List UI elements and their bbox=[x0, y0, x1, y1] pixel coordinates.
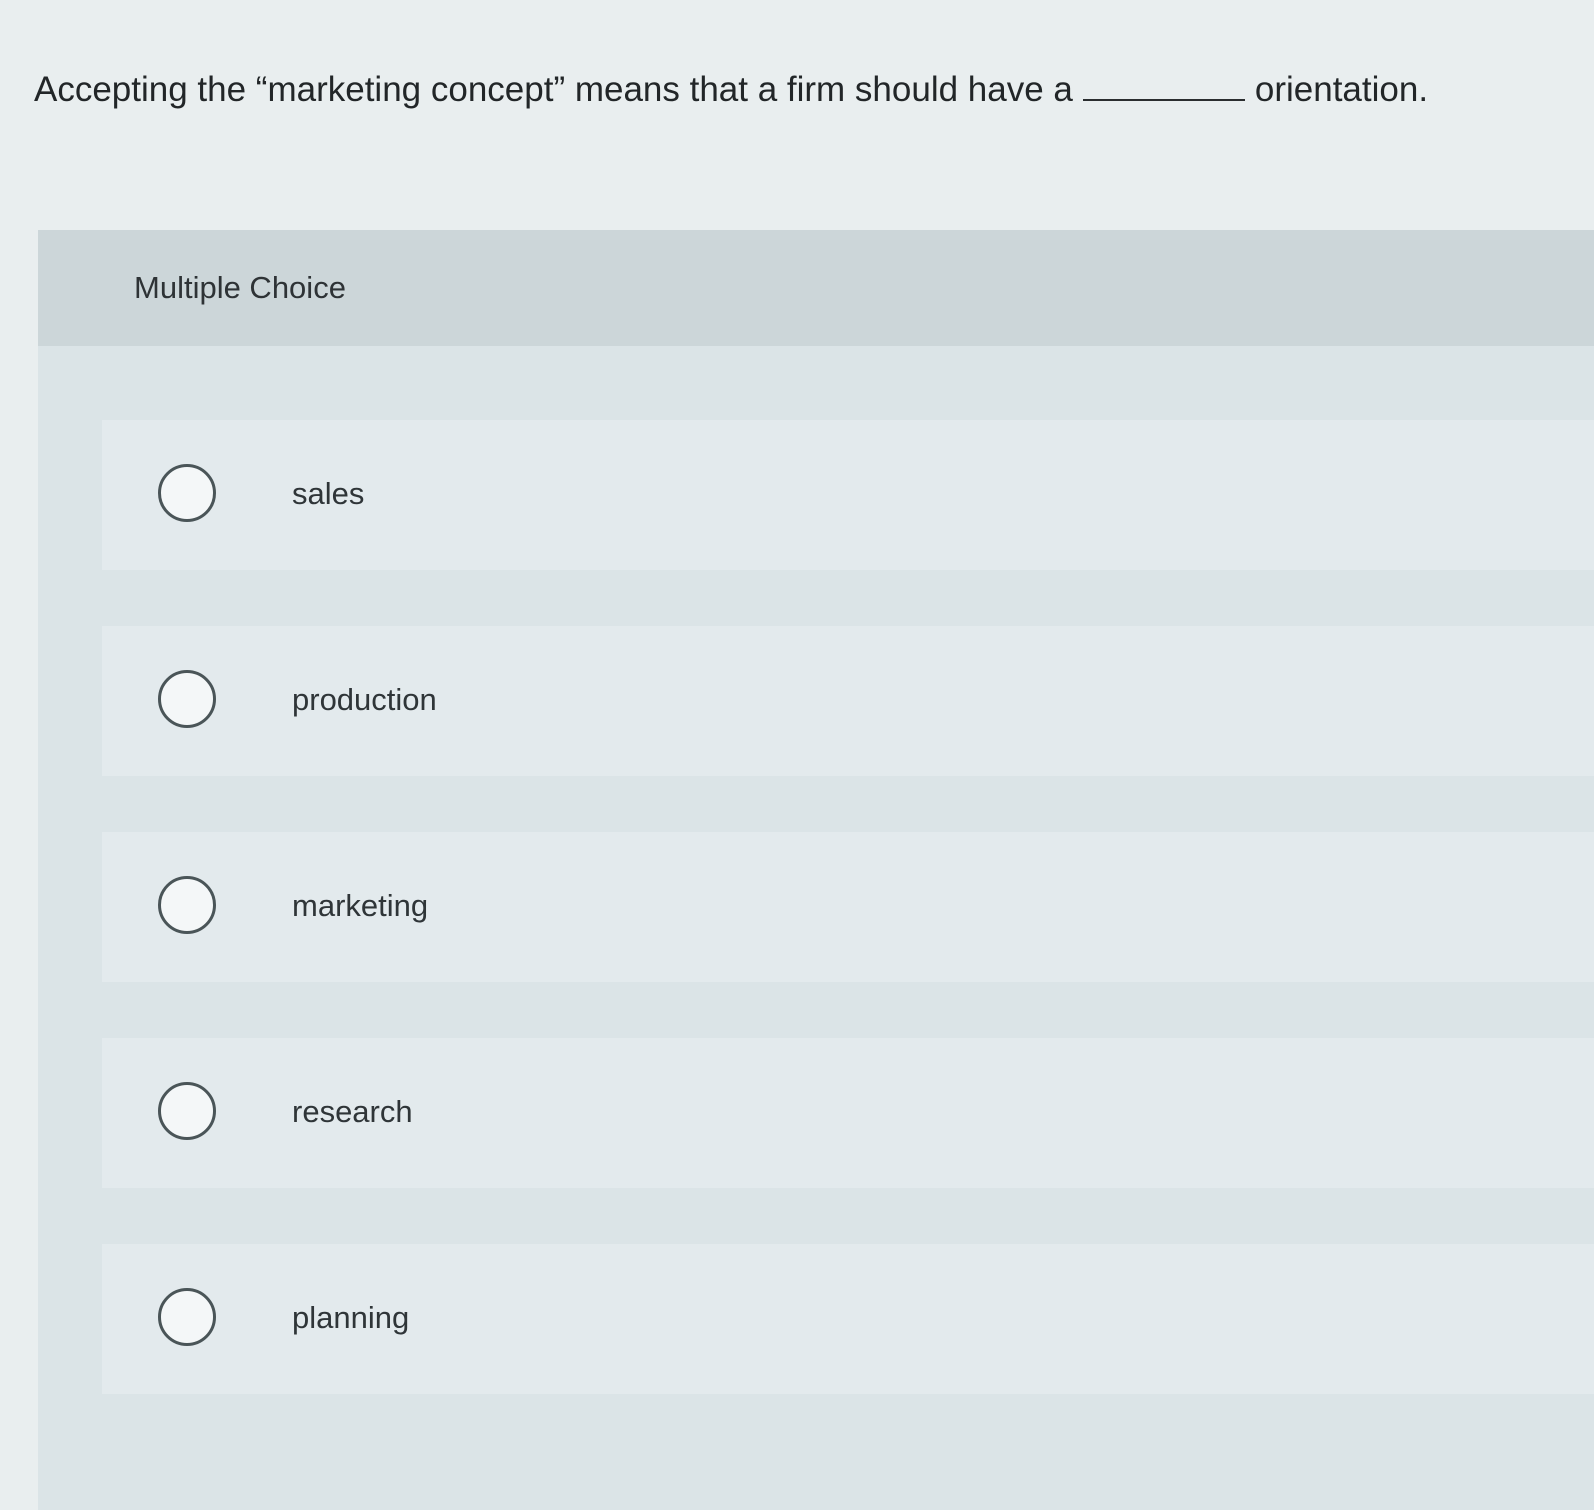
choice-label: sales bbox=[292, 476, 365, 511]
answer-blank bbox=[1082, 73, 1245, 101]
choice-option-research[interactable]: research bbox=[102, 1038, 1594, 1188]
choice-option-sales[interactable]: sales bbox=[102, 420, 1594, 570]
radio-button[interactable] bbox=[158, 1082, 216, 1140]
choice-label: marketing bbox=[292, 888, 429, 923]
radio-button[interactable] bbox=[158, 464, 216, 522]
question-text-after: orientation. bbox=[1254, 70, 1429, 109]
question-text-before: Accepting the “marketing concept” means … bbox=[34, 70, 1073, 109]
choice-option-planning[interactable]: planning bbox=[102, 1244, 1594, 1394]
choice-label: production bbox=[292, 682, 437, 717]
radio-button[interactable] bbox=[158, 670, 216, 728]
radio-button[interactable] bbox=[158, 876, 216, 934]
question-text: Accepting the “marketing concept” means … bbox=[34, 62, 1554, 118]
multiple-choice-header: Multiple Choice bbox=[38, 230, 1594, 346]
choice-label: research bbox=[292, 1094, 413, 1129]
multiple-choice-heading: Multiple Choice bbox=[134, 270, 346, 305]
choice-option-production[interactable]: production bbox=[102, 626, 1594, 776]
multiple-choice-panel: Multiple Choice sales production marketi… bbox=[38, 230, 1594, 1510]
choice-list: sales production marketing research plan… bbox=[102, 420, 1594, 1450]
choice-option-marketing[interactable]: marketing bbox=[102, 832, 1594, 982]
choice-label: planning bbox=[292, 1300, 410, 1335]
radio-button[interactable] bbox=[158, 1288, 216, 1346]
